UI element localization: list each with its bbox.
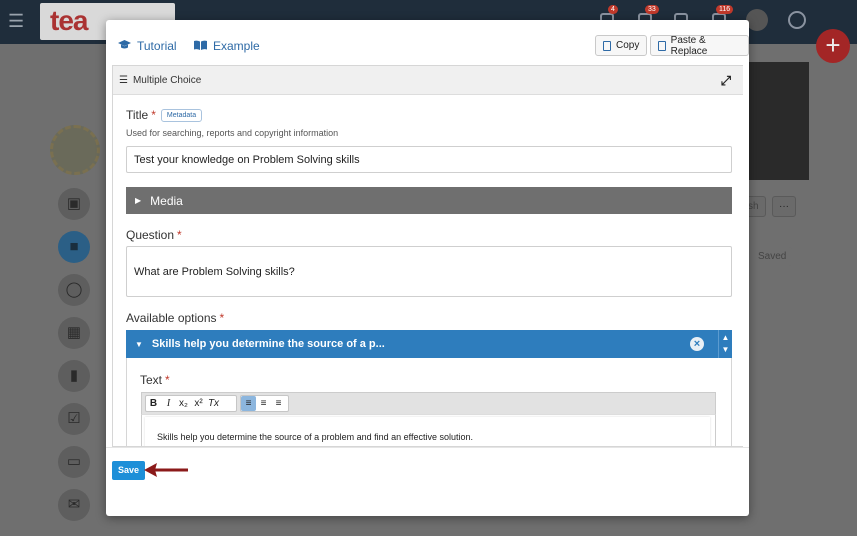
options-required-mark: * — [219, 311, 225, 325]
expand-icon[interactable]: ⤢ — [721, 73, 731, 89]
saved-label-bg: Saved — [752, 247, 793, 266]
sidebar-mail-icon[interactable]: ✉ — [58, 489, 90, 521]
question-required-mark: * — [177, 228, 182, 242]
media-section-toggle[interactable]: ▶ Media — [126, 187, 732, 214]
option-text-content[interactable]: Skills help you determine the source of … — [145, 417, 710, 446]
question-input[interactable]: What are Problem Solving skills? — [126, 246, 732, 297]
tutorial-label: Tutorial — [137, 39, 177, 53]
title-helper-text: Used for searching, reports and copyrigh… — [126, 128, 339, 138]
move-down-icon[interactable]: ▼ — [719, 344, 732, 356]
question-label: Question — [126, 228, 175, 242]
footer-divider — [106, 447, 749, 448]
course-thumbnail — [50, 125, 100, 175]
list-icon: ☰ — [119, 74, 128, 86]
more-button-bg[interactable]: ··· — [772, 196, 796, 217]
chat-badge: 4 — [608, 5, 618, 14]
align-center-icon[interactable]: ≡ — [256, 398, 271, 409]
question-label-row: Question * — [126, 228, 182, 242]
sidebar-monitor-icon[interactable]: ▭ — [58, 446, 90, 478]
option-text-editor[interactable]: Skills help you determine the source of … — [141, 414, 716, 446]
option-summary: Skills help you determine the source of … — [151, 338, 385, 350]
sidebar-chart-icon[interactable]: ▮ — [58, 360, 90, 392]
avatar[interactable] — [746, 9, 768, 31]
example-link[interactable]: Example — [194, 39, 260, 53]
menu-icon[interactable]: ☰ — [8, 11, 24, 32]
rich-text-toolbar: B I x₂ x² Tx ≡ ≡ ≡ — [141, 392, 716, 414]
tutorial-link[interactable]: Tutorial — [118, 39, 177, 53]
clear-format-button[interactable]: Tx — [206, 398, 221, 409]
notification-badge: 33 — [645, 5, 659, 14]
text-label-row: Text * — [140, 373, 170, 387]
logo-text: tea — [50, 5, 88, 36]
title-label-row: Title * Metadata — [126, 108, 203, 122]
annotation-arrow — [144, 463, 188, 477]
cover-image — [749, 62, 809, 180]
text-label: Text — [140, 373, 163, 387]
media-label: Media — [150, 193, 183, 208]
align-right-icon[interactable]: ≡ — [271, 398, 286, 409]
caret-down-icon: ▼ — [135, 339, 143, 349]
move-up-icon[interactable]: ▲ — [719, 332, 732, 344]
reorder-arrows[interactable]: ▲ ▼ — [718, 330, 732, 358]
book-icon — [194, 39, 207, 53]
section-title: Multiple Choice — [132, 74, 202, 86]
option-item-header[interactable]: ▼ Skills help you determine the source o… — [126, 330, 718, 358]
bold-button[interactable]: B — [146, 398, 161, 409]
add-fab-button[interactable]: + — [816, 29, 850, 63]
sidebar-folder-icon[interactable]: ■ — [58, 231, 90, 263]
subscript-button[interactable]: x₂ — [176, 398, 191, 409]
copy-label: Copy — [616, 40, 640, 51]
options-label: Available options — [126, 311, 217, 325]
sidebar-chat-icon[interactable]: ▣ — [58, 188, 90, 220]
title-input[interactable]: Test your knowledge on Problem Solving s… — [126, 146, 732, 173]
editor-content[interactable]: ☰ Multiple Choice ⤢ Title * Metadata Used … — [112, 65, 743, 447]
text-required-mark: * — [165, 373, 170, 387]
align-group: ≡ ≡ ≡ — [240, 395, 289, 412]
paste-replace-label: Paste & Replace — [670, 34, 708, 57]
italic-button[interactable]: I — [161, 398, 176, 409]
inbox-badge: 116 — [716, 5, 734, 14]
superscript-button[interactable]: x² — [191, 398, 206, 409]
editor-modal: Tutorial Example Copy Paste & Replace ☰ … — [106, 20, 749, 516]
metadata-button[interactable]: Metadata — [160, 109, 203, 122]
caret-right-icon: ▶ — [135, 196, 142, 205]
copy-button[interactable]: Copy — [595, 35, 648, 56]
modal-header: Tutorial Example Copy Paste & Replace — [106, 20, 749, 64]
paste-replace-button[interactable]: Paste & Replace — [650, 34, 749, 57]
sidebar-grid-icon[interactable]: ▦ — [58, 317, 90, 349]
align-left-icon[interactable]: ≡ — [241, 396, 256, 411]
title-required-mark: * — [151, 108, 156, 122]
sidebar-schedule-icon[interactable]: ◯ — [58, 274, 90, 306]
format-group: B I x₂ x² Tx — [145, 395, 237, 412]
section-header: ☰ Multiple Choice — [113, 66, 743, 95]
sidebar-check-icon[interactable]: ☑ — [58, 403, 90, 435]
copy-icon — [603, 40, 611, 51]
graduation-cap-icon — [118, 39, 131, 53]
options-label-row: Available options * — [126, 311, 224, 325]
remove-option-icon[interactable]: × — [690, 337, 704, 351]
example-label: Example — [213, 39, 260, 53]
paste-icon — [658, 40, 666, 51]
save-button[interactable]: Save — [112, 461, 145, 480]
title-label: Title — [126, 108, 149, 122]
globe-icon[interactable] — [788, 11, 806, 29]
